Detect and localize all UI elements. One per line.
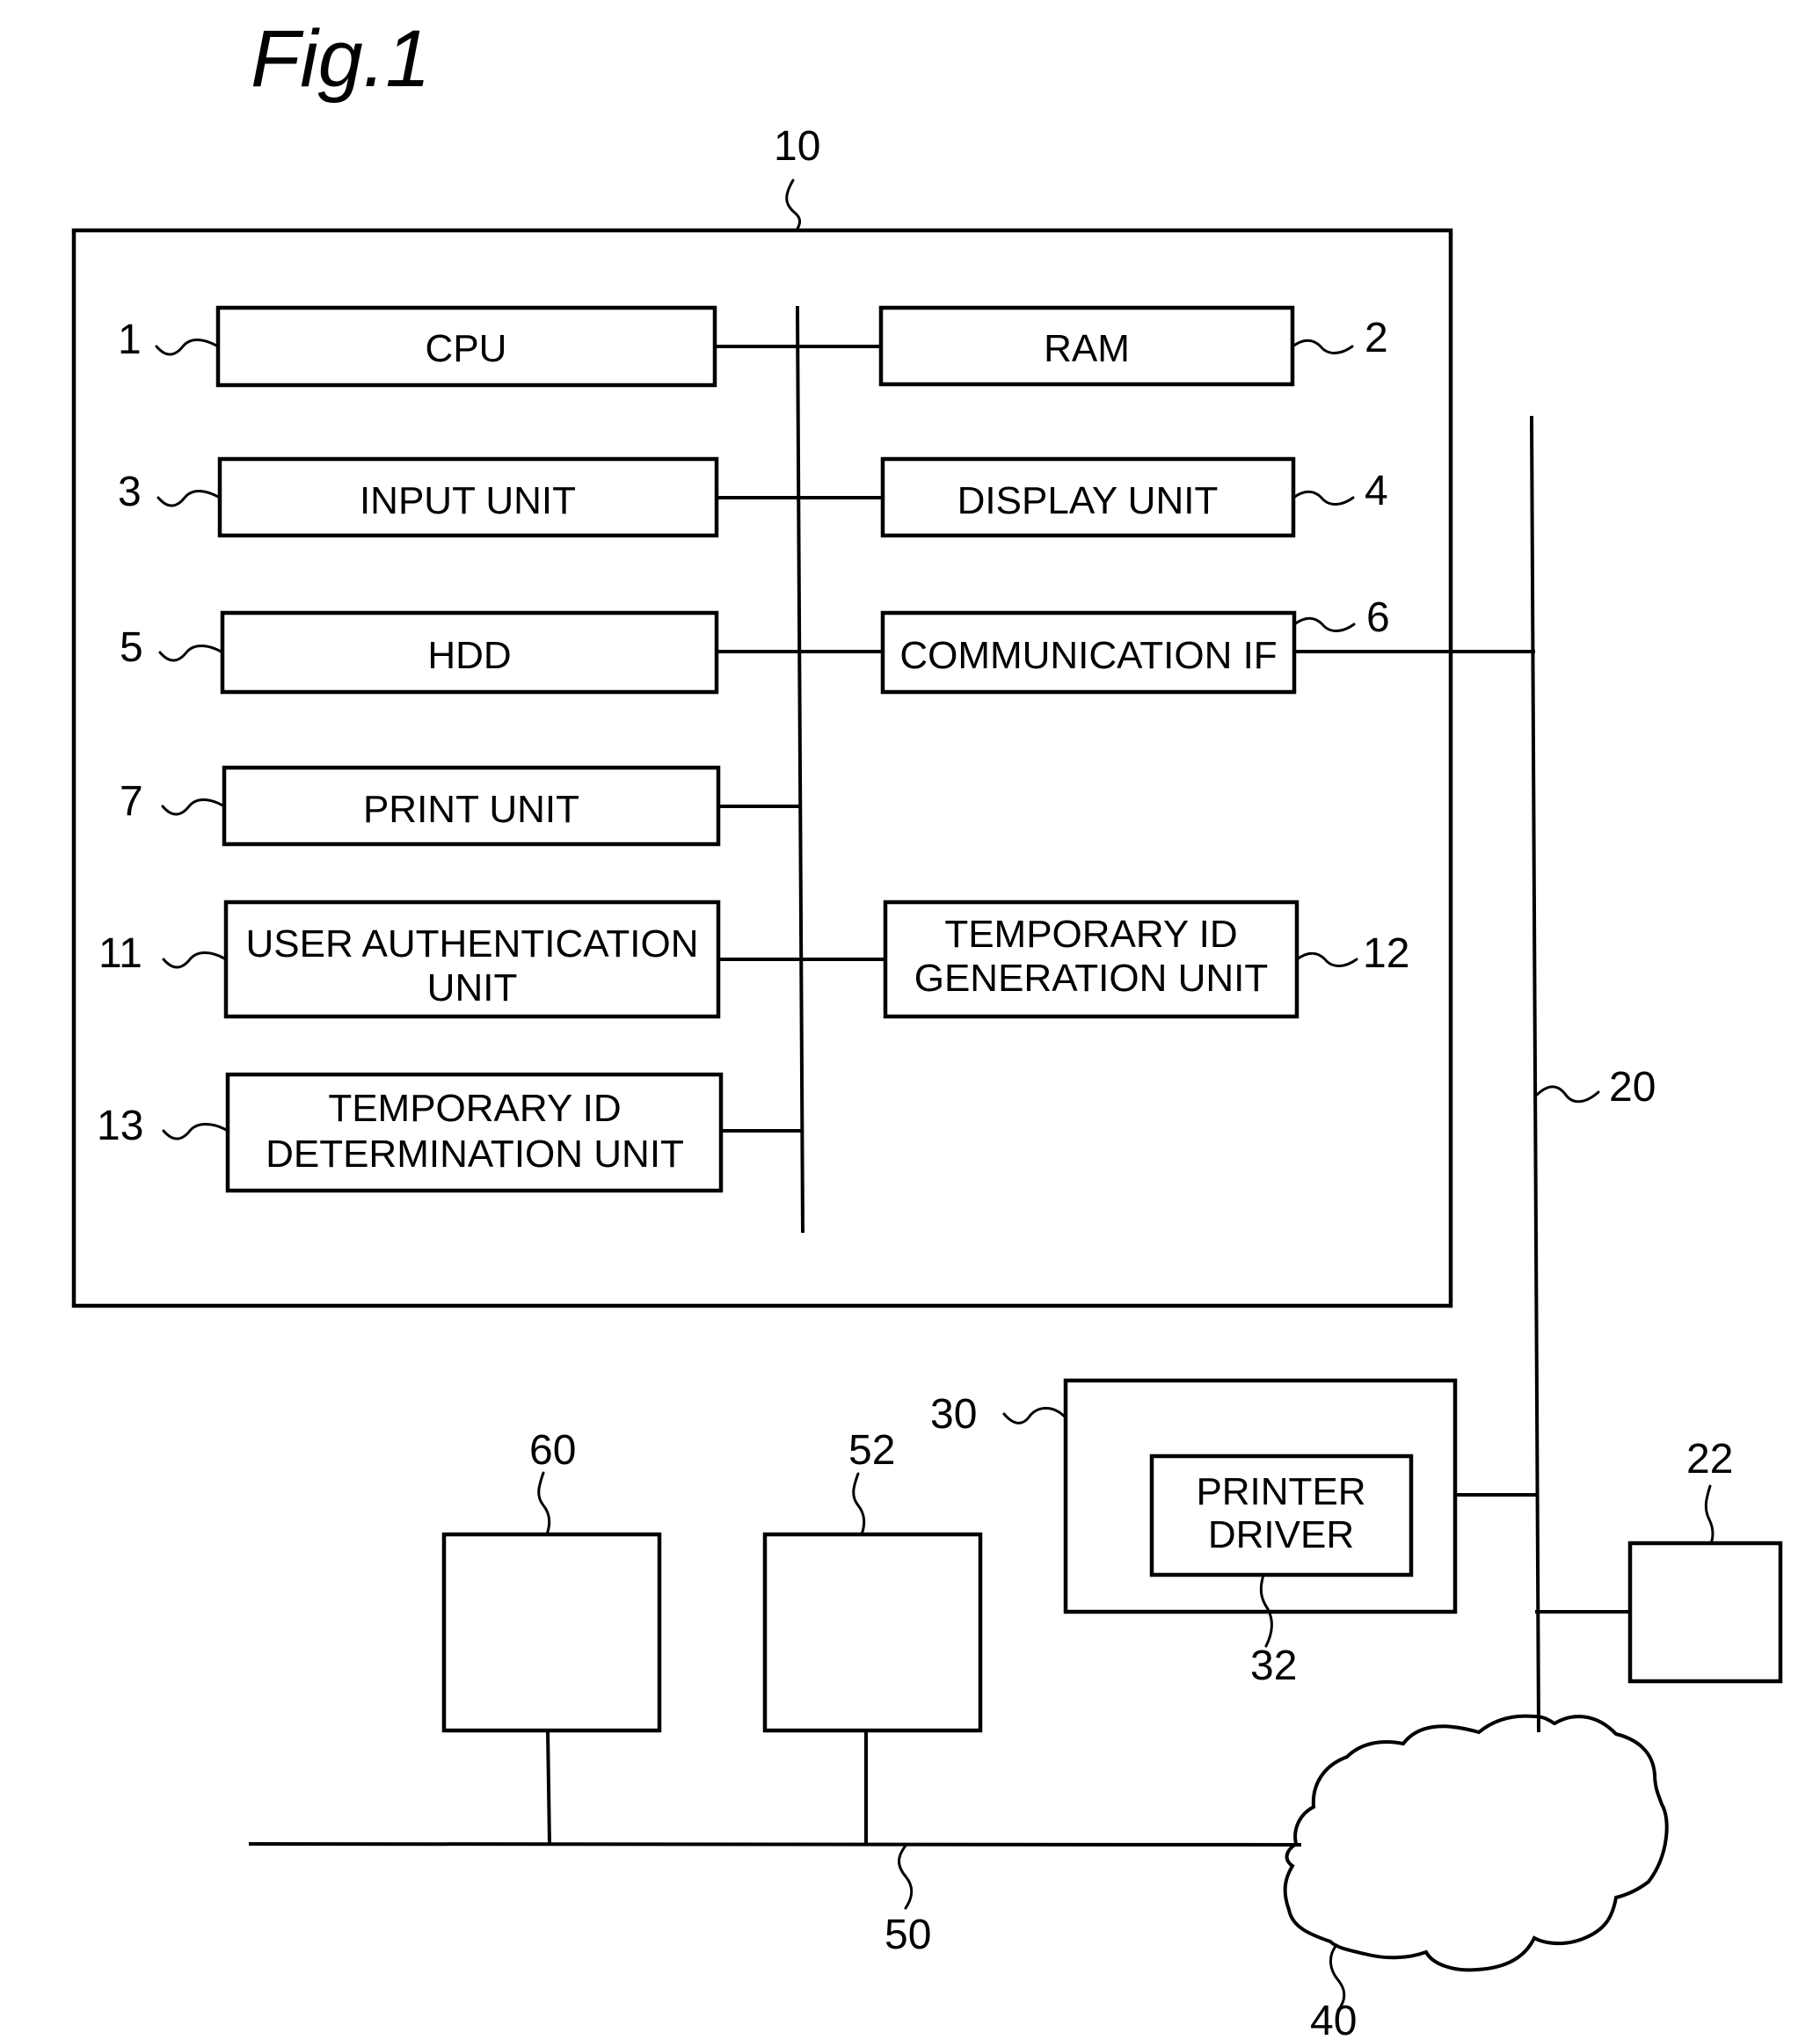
temporary-id-determination-label-line2: DETERMINATION UNIT <box>266 1133 684 1176</box>
ref-label-1: 1 <box>118 317 142 363</box>
device-52-box <box>762 1532 983 1733</box>
ref-label-3: 3 <box>118 469 142 515</box>
temporary-id-generation-label-line2: GENERATION UNIT <box>914 957 1269 1000</box>
connector-device60-lan <box>545 1728 552 1847</box>
temporary-id-generation-label-line1: TEMPORARY ID <box>944 913 1237 956</box>
ref-label-11: 11 <box>98 930 142 977</box>
block-diagram: Fig.1 10 CPU 1 RAM 2 INPUT UNIT 3 DISPLA… <box>71 14 1783 2040</box>
ref-label-7: 7 <box>120 778 143 825</box>
leader-squiggle-22 <box>1704 1484 1714 1545</box>
ref-label-4: 4 <box>1365 468 1388 514</box>
leader-squiggle-20 <box>1535 1085 1600 1104</box>
communication-if-label: COMMUNICATION IF <box>899 634 1277 677</box>
ref-label-10: 10 <box>774 123 820 170</box>
device-22-box <box>1627 1541 1783 1684</box>
device-22: 22 <box>1535 1436 1783 1684</box>
leader-squiggle-60 <box>537 1471 551 1536</box>
display-unit-label: DISPLAY UNIT <box>957 479 1219 522</box>
printer-driver-label-line2: DRIVER <box>1208 1513 1354 1556</box>
printer-driver-label-line1: PRINTER <box>1196 1470 1365 1513</box>
leader-squiggle-52 <box>852 1472 866 1536</box>
device-60-box <box>441 1532 662 1733</box>
cpu-label: CPU <box>426 327 507 370</box>
print-unit-label: PRINT UNIT <box>363 788 579 831</box>
network-line <box>1529 415 1541 1733</box>
cloud-40: 40 <box>1283 1714 1669 2040</box>
ref-label-20: 20 <box>1609 1064 1656 1111</box>
lan-50: 50 <box>248 1841 1302 1958</box>
device-52: 52 <box>762 1427 983 1846</box>
hdd-label: HDD <box>427 634 511 677</box>
leader-squiggle-50 <box>898 1844 914 1910</box>
ref-label-2: 2 <box>1365 315 1388 361</box>
leader-squiggle-10 <box>785 178 802 232</box>
ref-label-40: 40 <box>1310 1998 1357 2040</box>
input-unit-label: INPUT UNIT <box>360 479 576 522</box>
terminal-30: 30 PRINTER DRIVER 32 <box>930 1378 1537 1689</box>
ref-label-30: 30 <box>930 1391 977 1438</box>
lan-line <box>248 1841 1302 1847</box>
ref-label-12: 12 <box>1363 930 1409 977</box>
ref-label-32: 32 <box>1250 1643 1297 1689</box>
ram-label: RAM <box>1044 327 1130 370</box>
user-authentication-label-line1: USER AUTHENTICATION <box>245 922 698 965</box>
ref-label-60: 60 <box>529 1427 576 1474</box>
user-authentication-label-line2: UNIT <box>427 966 518 1009</box>
figure-title: Fig.1 <box>251 14 431 104</box>
ref-label-13: 13 <box>97 1103 143 1149</box>
ref-label-52: 52 <box>848 1427 895 1474</box>
ref-label-5: 5 <box>120 624 143 671</box>
temporary-id-determination-label-line1: TEMPORARY ID <box>328 1087 621 1130</box>
ref-label-50: 50 <box>885 1912 931 1958</box>
ref-label-6: 6 <box>1366 594 1390 641</box>
ref-label-22: 22 <box>1686 1436 1733 1483</box>
cloud-network-shape <box>1283 1714 1669 1972</box>
device-60: 60 <box>441 1427 662 1847</box>
leader-squiggle-30 <box>1002 1407 1067 1424</box>
